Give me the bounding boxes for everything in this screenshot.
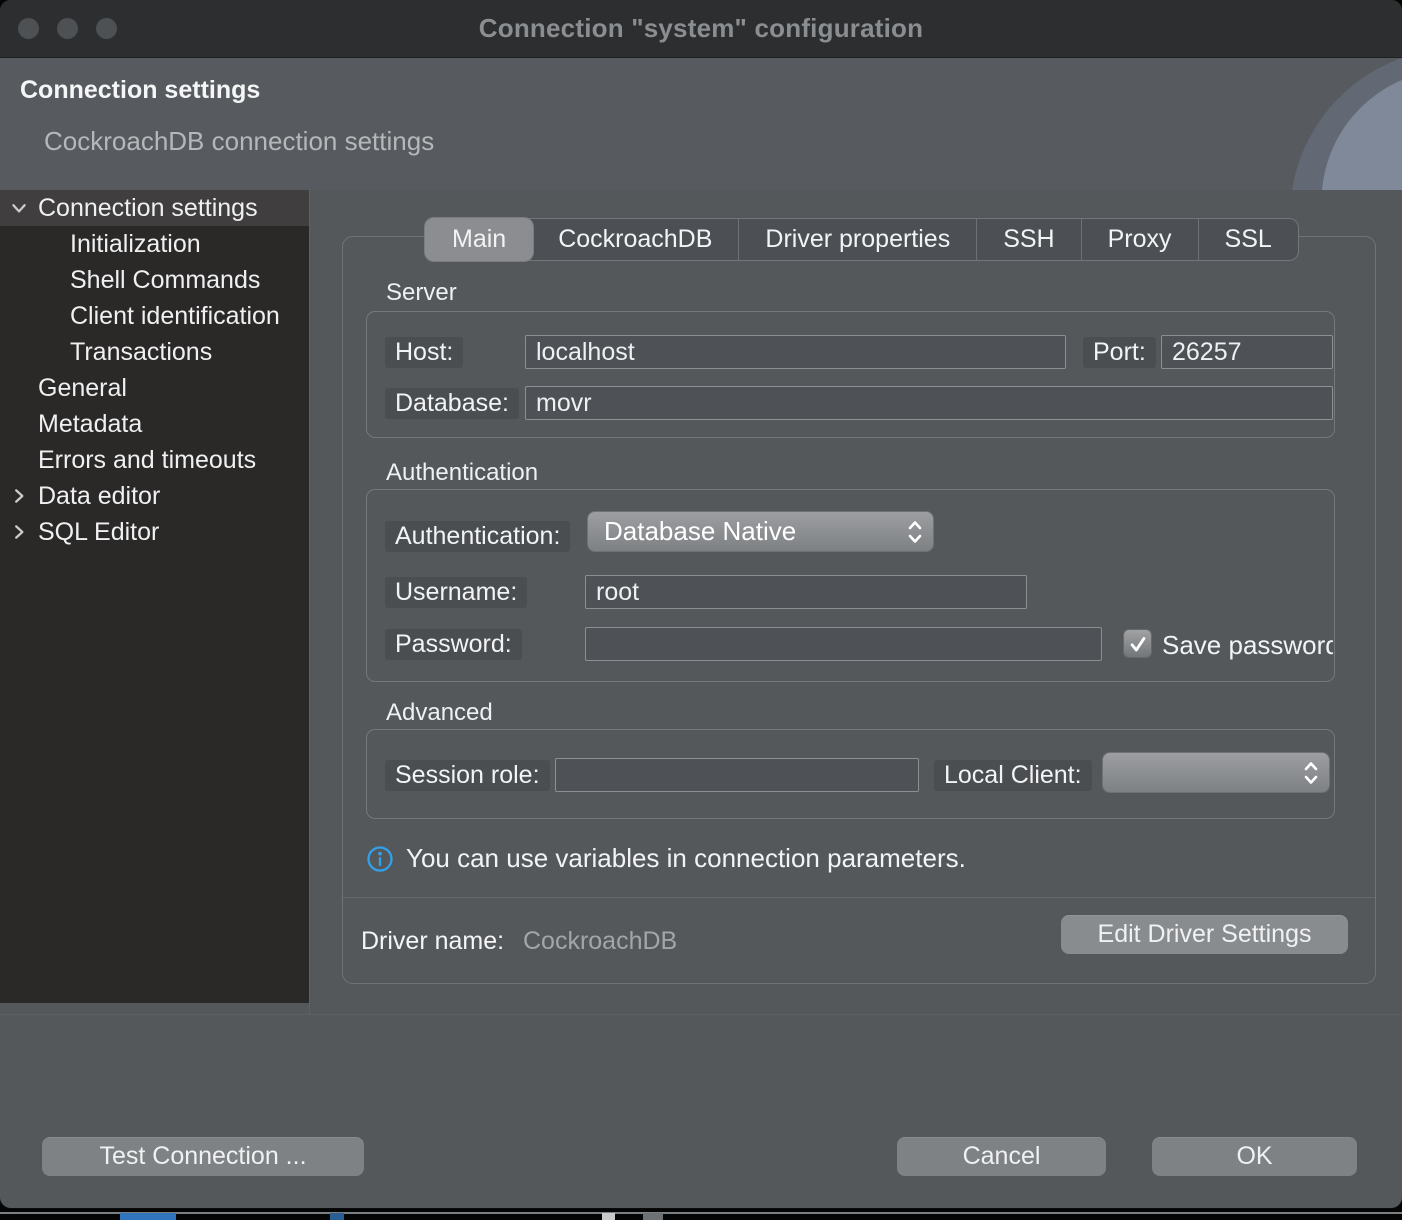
sidebar-item-transactions[interactable]: Transactions — [0, 334, 309, 370]
sidebar-item-shell-commands[interactable]: Shell Commands — [0, 262, 309, 298]
updown-chevrons-icon — [1303, 760, 1319, 786]
close-window-button[interactable] — [18, 18, 39, 39]
tab-ssh[interactable]: SSH — [976, 219, 1080, 260]
ok-button[interactable]: OK — [1152, 1137, 1357, 1176]
username-label: Username: — [385, 577, 527, 608]
sidebar-item-label: Connection settings — [38, 194, 258, 223]
save-password-label-wrap: Save password — [1162, 629, 1333, 661]
minimize-window-button[interactable] — [57, 18, 78, 39]
footer-divider — [0, 1014, 1402, 1015]
sidebar-item-label: Metadata — [38, 410, 142, 439]
zoom-window-button[interactable] — [96, 18, 117, 39]
page-subtitle: CockroachDB connection settings — [44, 126, 434, 157]
chevron-down-icon[interactable] — [10, 199, 28, 217]
background-window-edge — [0, 1212, 1402, 1214]
authentication-select[interactable]: Database Native — [587, 511, 934, 552]
advanced-section-title: Advanced — [386, 699, 493, 727]
cancel-button[interactable]: Cancel — [897, 1137, 1106, 1176]
sidebar-item-label: Initialization — [70, 230, 201, 259]
sidebar-divider — [309, 190, 310, 1014]
password-input[interactable] — [585, 627, 1102, 661]
authentication-select-value: Database Native — [588, 516, 796, 547]
session-role-input[interactable] — [555, 758, 919, 792]
chevron-right-icon[interactable] — [10, 523, 28, 541]
sidebar-item-errors-and-timeouts[interactable]: Errors and timeouts — [0, 442, 309, 478]
sidebar-item-label: SQL Editor — [38, 518, 159, 547]
info-row: You can use variables in connection para… — [366, 843, 966, 874]
save-password-label: Save password — [1162, 630, 1333, 660]
sidebar-item-label: Transactions — [70, 338, 212, 367]
title-bar: Connection "system" configuration — [0, 0, 1402, 58]
port-input[interactable] — [1161, 335, 1333, 369]
settings-tree: Connection settings Initialization Shell… — [0, 190, 309, 1003]
sidebar-item-sql-editor[interactable]: SQL Editor — [0, 514, 309, 550]
database-input[interactable] — [525, 386, 1333, 420]
server-section-title: Server — [386, 279, 457, 307]
host-label: Host: — [385, 337, 463, 368]
authentication-section-title: Authentication — [386, 459, 538, 487]
page-title: Connection settings — [20, 76, 260, 105]
port-label: Port: — [1083, 337, 1156, 368]
edit-driver-settings-button[interactable]: Edit Driver Settings — [1061, 915, 1348, 954]
sidebar-item-label: Client identification — [70, 302, 280, 331]
background-fragment — [330, 1213, 344, 1220]
sidebar-item-general[interactable]: General — [0, 370, 309, 406]
save-password-checkbox[interactable] — [1123, 629, 1152, 658]
window-controls — [18, 18, 117, 39]
local-client-select[interactable] — [1102, 752, 1330, 793]
authentication-label: Authentication: — [385, 521, 570, 552]
panel-divider — [343, 897, 1375, 898]
tab-cockroachdb[interactable]: CockroachDB — [532, 219, 738, 260]
window-title: Connection "system" configuration — [479, 13, 923, 44]
host-input[interactable] — [525, 335, 1066, 369]
sidebar-item-connection-settings[interactable]: Connection settings — [0, 190, 309, 226]
background-fragment — [643, 1213, 663, 1220]
server-group: Host: Port: Database: — [366, 311, 1335, 438]
driver-name-value: CockroachDB — [523, 927, 677, 956]
tab-main[interactable]: Main — [425, 218, 533, 261]
test-connection-button[interactable]: Test Connection ... — [42, 1137, 364, 1176]
driver-name-label: Driver name: — [361, 927, 504, 956]
sidebar-item-initialization[interactable]: Initialization — [0, 226, 309, 262]
checkmark-icon — [1127, 633, 1149, 655]
session-role-label: Session role: — [385, 760, 550, 791]
sidebar-item-label: General — [38, 374, 127, 403]
background-fragment — [602, 1213, 615, 1220]
decorative-swoosh-graphic — [1250, 58, 1402, 190]
chevron-right-icon[interactable] — [10, 487, 28, 505]
main-tab-panel: Server Host: Port: Database: Authenticat… — [342, 236, 1376, 984]
tab-ssl[interactable]: SSL — [1198, 219, 1298, 260]
tab-proxy[interactable]: Proxy — [1081, 219, 1198, 260]
info-icon — [366, 845, 394, 873]
info-message: You can use variables in connection para… — [406, 843, 966, 874]
password-label: Password: — [385, 629, 522, 660]
connection-tabs: Main CockroachDB Driver properties SSH P… — [425, 218, 1299, 261]
sidebar-item-label: Shell Commands — [70, 266, 260, 295]
dialog-header: Connection settings CockroachDB connecti… — [0, 58, 1402, 191]
background-fragment — [120, 1213, 176, 1220]
username-input[interactable] — [585, 575, 1027, 609]
sidebar-item-label: Data editor — [38, 482, 160, 511]
authentication-group: Authentication: Database Native Username… — [366, 489, 1335, 682]
desktop: Connection "system" configuration Connec… — [0, 0, 1402, 1220]
sidebar-item-client-identification[interactable]: Client identification — [0, 298, 309, 334]
sidebar-item-data-editor[interactable]: Data editor — [0, 478, 309, 514]
advanced-group: Session role: Local Client: — [366, 729, 1335, 819]
tab-driver-properties[interactable]: Driver properties — [738, 219, 976, 260]
updown-chevrons-icon — [907, 519, 923, 545]
connection-configuration-dialog: Connection "system" configuration Connec… — [0, 0, 1402, 1208]
sidebar-item-metadata[interactable]: Metadata — [0, 406, 309, 442]
sidebar-item-label: Errors and timeouts — [38, 446, 256, 475]
dialog-body: Connection settings Initialization Shell… — [0, 190, 1402, 1208]
local-client-label: Local Client: — [934, 760, 1092, 791]
database-label: Database: — [385, 388, 519, 419]
